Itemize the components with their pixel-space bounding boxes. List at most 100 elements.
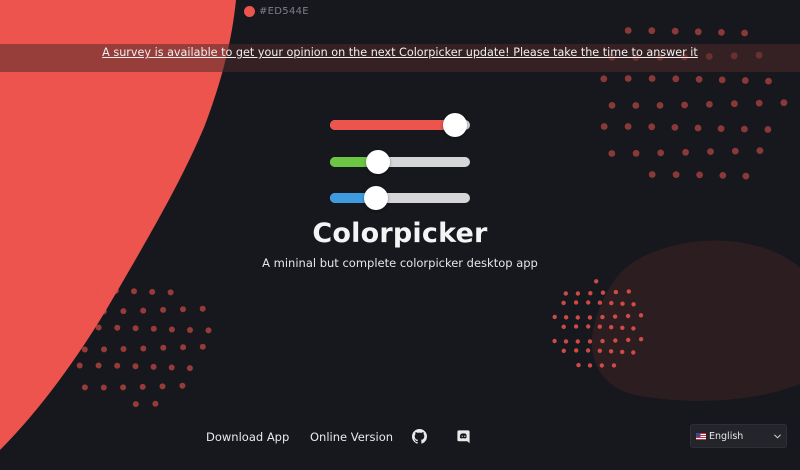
decorative-dot <box>631 302 636 307</box>
decorative-dot <box>597 300 603 305</box>
decorative-dot <box>120 346 127 352</box>
decorative-dot <box>671 124 679 131</box>
current-color-chip[interactable]: #ED544E <box>244 6 309 17</box>
github-icon[interactable] <box>412 429 427 444</box>
decorative-dot <box>561 348 566 353</box>
survey-link[interactable]: A survey is available to get your opinio… <box>0 46 800 59</box>
decorative-dot <box>638 313 644 318</box>
decorative-dot <box>132 401 139 408</box>
decorative-dot <box>731 100 738 108</box>
decorative-dot <box>81 384 88 391</box>
decorative-dot <box>681 101 688 109</box>
decorative-dot <box>586 300 591 305</box>
decorative-dot <box>718 29 725 36</box>
slider-knob[interactable] <box>366 150 390 174</box>
decorative-dot <box>631 350 636 355</box>
decorative-dot <box>186 365 193 372</box>
red-slider[interactable] <box>330 113 470 137</box>
decorative-dot <box>600 290 606 295</box>
decorative-dot <box>167 289 174 296</box>
decorative-dot <box>707 148 714 156</box>
decorative-dot <box>120 308 127 315</box>
decorative-dot <box>160 344 167 351</box>
decorative-dot <box>563 315 569 320</box>
decorative-dot <box>624 75 632 82</box>
decorative-dot <box>81 346 88 353</box>
decorative-dot <box>731 147 739 155</box>
download-app-link[interactable]: Download App <box>206 430 289 444</box>
decorative-dot <box>76 362 83 369</box>
decorative-dot <box>587 339 593 344</box>
decorative-dot <box>609 325 614 330</box>
color-swatch <box>244 6 255 17</box>
decorative-dot <box>112 287 119 294</box>
decorative-dot <box>719 172 727 179</box>
decorative-dot <box>657 149 665 157</box>
decorative-dot <box>180 306 186 313</box>
blue-slider[interactable] <box>330 186 470 210</box>
decorative-dot <box>575 339 580 344</box>
decorative-dot <box>765 77 772 85</box>
decorative-dot <box>696 171 703 179</box>
decorative-dot <box>764 126 772 133</box>
decorative-dot <box>648 171 656 178</box>
decorative-dot <box>648 75 656 82</box>
decorative-dot <box>599 363 604 368</box>
decorative-dot <box>656 102 664 109</box>
decorative-dot <box>706 101 713 108</box>
decorative-dot <box>756 147 764 155</box>
decorative-dot <box>552 338 557 344</box>
decorative-dot <box>100 384 107 391</box>
decorative-dot <box>741 29 748 37</box>
decorative-dot <box>755 99 763 107</box>
decorative-dot <box>179 382 186 389</box>
decorative-dot <box>587 363 593 368</box>
decorative-dot <box>694 124 702 132</box>
decorative-dot <box>563 339 569 344</box>
decorative-dot <box>131 288 137 295</box>
decorative-dot <box>576 362 581 368</box>
decorative-dot <box>648 123 656 131</box>
decorative-dot <box>132 325 139 332</box>
decorative-dot <box>624 27 632 34</box>
decorative-dot <box>780 99 788 107</box>
decorative-dot <box>575 315 580 320</box>
app-title: Colorpicker <box>312 218 488 249</box>
decorative-dot <box>168 364 175 371</box>
decorative-dot <box>609 300 614 306</box>
decorative-dot <box>613 289 619 295</box>
decorative-dot <box>672 171 680 179</box>
app-tagline: A mininal but complete colorpicker deskt… <box>262 256 538 270</box>
decorative-dot <box>626 289 631 294</box>
slider-knob[interactable] <box>443 113 467 137</box>
decorative-dot <box>159 383 166 390</box>
decorative-dot <box>76 324 83 331</box>
decorative-dot <box>694 28 702 36</box>
decorative-dot <box>205 327 212 334</box>
green-slider[interactable] <box>330 150 470 174</box>
decorative-dot <box>140 345 147 352</box>
discord-icon[interactable] <box>456 429 471 444</box>
decorative-dot <box>120 384 127 391</box>
decorative-dot <box>625 313 631 319</box>
decorative-dot <box>101 346 107 353</box>
online-version-link[interactable]: Online Version <box>310 430 393 444</box>
decorative-dot <box>140 307 147 314</box>
decorative-dot <box>150 325 157 332</box>
decorative-dot <box>600 123 608 130</box>
decorative-dot <box>588 291 593 296</box>
decorative-dot <box>114 362 121 369</box>
decorative-dot <box>199 343 206 350</box>
decorative-dot <box>114 324 121 331</box>
decorative-dot <box>81 308 88 315</box>
decorative-dot <box>632 149 640 157</box>
slider-knob[interactable] <box>364 186 388 210</box>
decorative-dot <box>597 324 602 329</box>
decorative-dot <box>180 344 187 351</box>
language-select[interactable]: English <box>690 424 787 448</box>
decorative-dot <box>585 348 591 353</box>
decorative-dot <box>620 349 625 355</box>
decorative-dot <box>638 337 644 342</box>
decorative-dot <box>648 27 656 35</box>
decorative-dot <box>672 75 680 83</box>
